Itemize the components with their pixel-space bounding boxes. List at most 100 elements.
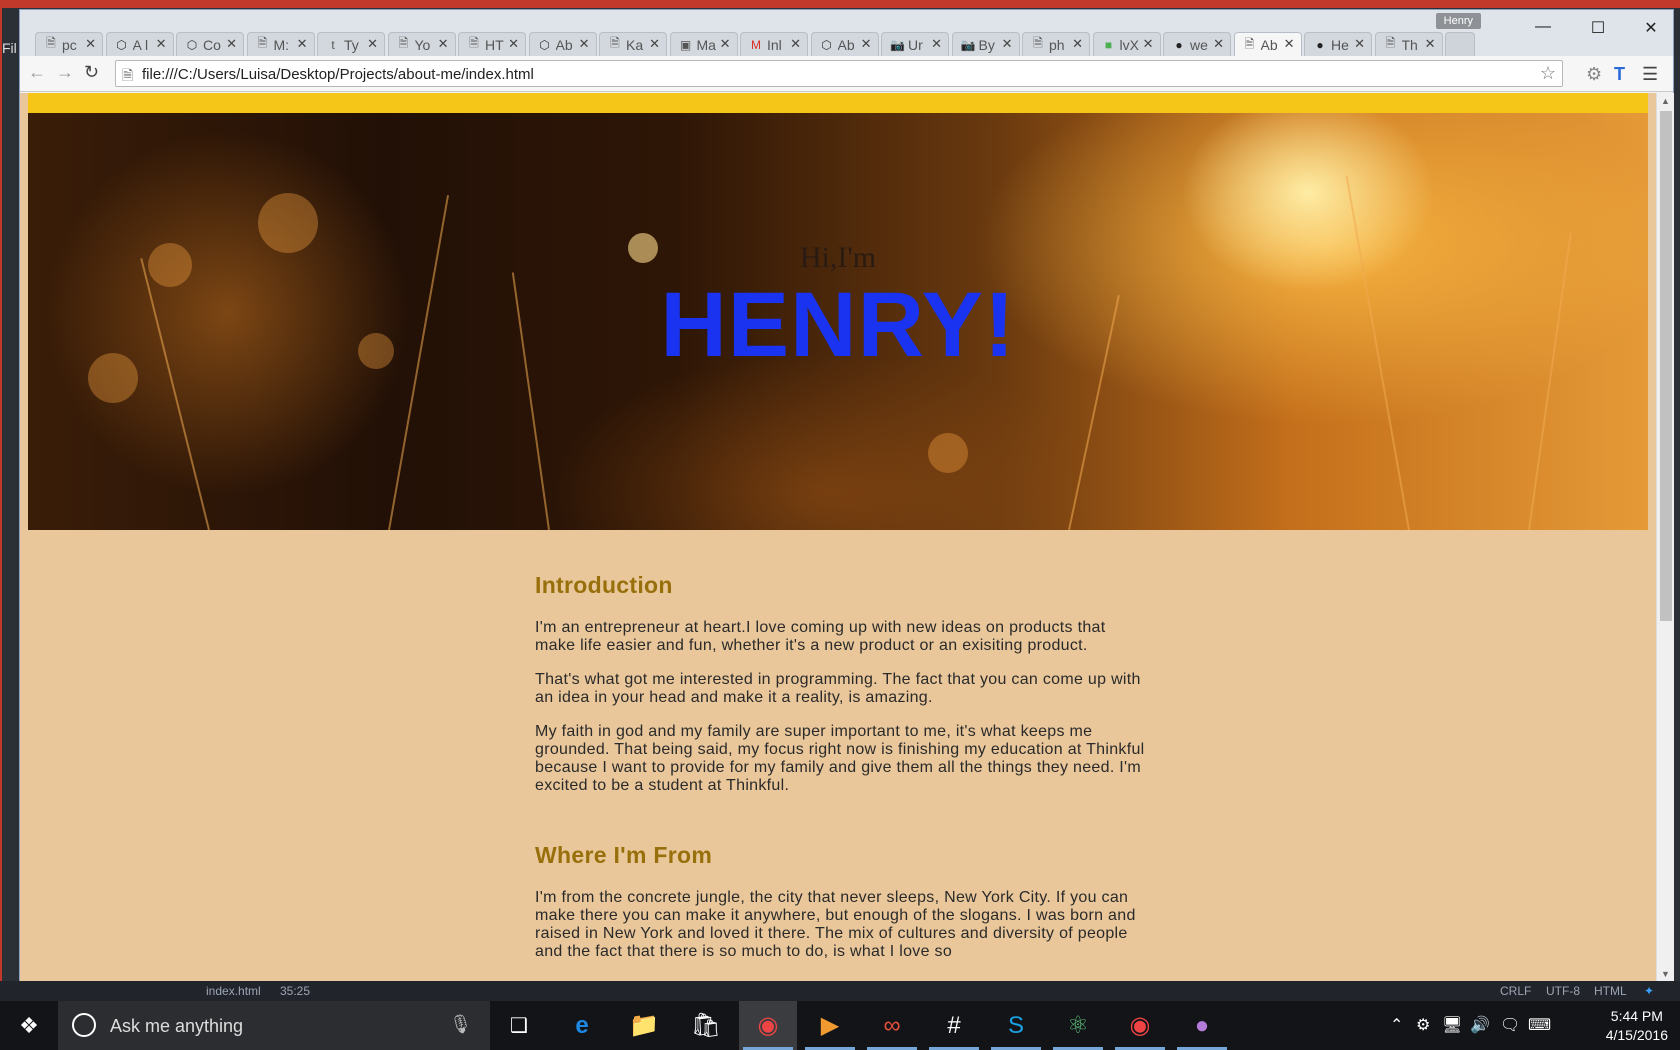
keyboard-icon[interactable]: ⌨ [1528, 1015, 1551, 1035]
scroll-up-icon[interactable]: ▲ [1661, 96, 1670, 106]
browser-tab[interactable]: ▣ Ma ✕ [669, 32, 738, 56]
browser-tab[interactable]: t Ty ✕ [317, 32, 385, 56]
tab-close-icon[interactable]: ✕ [226, 36, 237, 52]
bookmark-star-icon[interactable]: ☆ [1540, 63, 1556, 84]
file-explorer-icon[interactable]: 📁 [615, 1001, 673, 1050]
chrome-icon[interactable]: ◉ [739, 1001, 797, 1050]
status-grammar[interactable]: HTML [1594, 984, 1627, 998]
browser-tab[interactable]: 🗎 ph ✕ [1022, 32, 1090, 56]
back-arrow-icon[interactable]: ← [28, 62, 46, 83]
browser-tab[interactable]: 🗎 pc ✕ [35, 32, 103, 56]
browser-tab[interactable]: 🗎 Th ✕ [1374, 32, 1443, 56]
browser-tab[interactable]: 📷 Ur ✕ [881, 32, 949, 56]
tab-label: By [978, 36, 995, 53]
menu-hamburger-icon[interactable]: ☰ [1642, 64, 1658, 85]
editor-menu-fragment[interactable]: Fil [2, 40, 17, 56]
skype-icon[interactable]: S [987, 1001, 1045, 1050]
url-text[interactable]: file:///C:/Users/Luisa/Desktop/Projects/… [142, 66, 534, 83]
tab-label: ph [1049, 36, 1065, 53]
tab-close-icon[interactable]: ✕ [508, 36, 519, 52]
status-file-name[interactable]: index.html [206, 984, 261, 998]
top-accent-bar [28, 93, 1648, 113]
editor-top-edge [0, 0, 1680, 8]
status-line-ending[interactable]: CRLF [1500, 984, 1531, 998]
tab-label: Ab [1260, 37, 1278, 53]
browser-tab[interactable]: ⬡ Ab ✕ [810, 32, 879, 56]
store-icon[interactable]: 🛍 [677, 1001, 735, 1050]
tab-close-icon[interactable]: ✕ [1143, 36, 1154, 52]
cortana-search-box[interactable]: Ask me anything 🎙 [58, 1001, 490, 1050]
atom-icon[interactable]: ⚛ [1049, 1001, 1107, 1050]
browser-tab[interactable]: 🗎 Yo ✕ [387, 32, 456, 56]
github-desktop-icon[interactable]: ● [1173, 1001, 1231, 1050]
chrome-secondary-icon[interactable]: ◉ [1111, 1001, 1169, 1050]
tab-close-icon[interactable]: ✕ [1213, 36, 1224, 52]
forward-arrow-icon[interactable]: → [56, 62, 74, 83]
tab-close-icon[interactable]: ✕ [790, 36, 801, 52]
microphone-icon[interactable]: 🎙 [449, 1014, 472, 1035]
status-encoding[interactable]: UTF-8 [1546, 984, 1580, 998]
tab-close-icon[interactable]: ✕ [1002, 36, 1013, 52]
tab-close-icon[interactable]: ✕ [85, 36, 96, 52]
browser-tab[interactable]: 🗎 HT ✕ [458, 32, 526, 56]
extension-puzzle-icon[interactable]: ⚙ [1586, 64, 1602, 85]
show-hidden-icons-icon[interactable]: ⌃ [1390, 1015, 1403, 1035]
scroll-thumb[interactable] [1660, 111, 1672, 621]
tab-close-icon[interactable]: ✕ [720, 36, 731, 52]
browser-tab[interactable]: 🗎 Ka ✕ [599, 32, 667, 56]
network-icon[interactable]: 🖥 [1442, 1015, 1462, 1035]
browser-tab[interactable]: 🗎 M: ✕ [246, 32, 315, 56]
video-app-icon[interactable]: ▶ [801, 1001, 859, 1050]
vertical-scrollbar[interactable]: ▲ ▼ [1656, 93, 1674, 982]
volume-icon[interactable]: 🔊 [1470, 1015, 1490, 1035]
tab-close-icon[interactable]: ✕ [931, 36, 942, 52]
browser-tab[interactable]: 📷 By ✕ [951, 32, 1020, 56]
browser-tab[interactable]: M Inl ✕ [740, 32, 808, 56]
tab-close-icon[interactable]: ✕ [861, 36, 872, 52]
scroll-down-icon[interactable]: ▼ [1661, 969, 1670, 979]
tab-label: Ab [555, 36, 573, 53]
tab-close-icon[interactable]: ✕ [438, 36, 449, 52]
tab-favicon-icon: ⬡ [539, 37, 550, 52]
status-bird-icon[interactable]: ✦ [1644, 984, 1654, 998]
extension-t-icon[interactable]: T [1614, 64, 1625, 85]
tab-favicon-icon: 🗎 [257, 36, 268, 50]
tab-favicon-icon: 🗎 [610, 36, 620, 50]
close-icon[interactable]: ✕ [1631, 18, 1671, 38]
tab-close-icon[interactable]: ✕ [649, 36, 660, 52]
tab-close-icon[interactable]: ✕ [1354, 36, 1365, 52]
edge-browser-icon[interactable]: e [553, 1001, 611, 1050]
page-icon: 🗎 [122, 67, 134, 83]
tab-close-icon[interactable]: ✕ [367, 36, 378, 52]
tab-close-icon[interactable]: ✕ [297, 36, 308, 52]
slack-icon[interactable]: # [925, 1001, 983, 1050]
tab-close-icon[interactable]: ✕ [579, 36, 590, 52]
reload-icon[interactable]: ↻ [84, 62, 99, 83]
browser-tab[interactable]: ⬡ Co ✕ [176, 32, 244, 56]
browser-tab[interactable]: ■ lvX ✕ [1092, 32, 1161, 56]
tab-close-icon[interactable]: ✕ [1072, 36, 1083, 52]
browser-tab[interactable]: ⬡ A l ✕ [105, 32, 174, 56]
browser-tab[interactable]: ⬡ Ab ✕ [528, 32, 597, 56]
task-view-icon[interactable]: ❑ [490, 1001, 548, 1050]
address-bar[interactable]: 🗎 file:///C:/Users/Luisa/Desktop/Project… [115, 60, 1563, 87]
browser-tab[interactable]: ● we ✕ [1163, 32, 1231, 56]
tab-label: Ty [344, 36, 359, 53]
network-gear-icon[interactable]: ⚙ [1416, 1015, 1430, 1035]
tab-close-icon[interactable]: ✕ [1284, 36, 1295, 52]
infinity-app-icon[interactable]: ∞ [863, 1001, 921, 1050]
profile-badge[interactable]: Henry [1435, 13, 1481, 29]
browser-tab[interactable]: ● He ✕ [1304, 32, 1372, 56]
new-tab-button[interactable] [1445, 32, 1475, 56]
tab-close-icon[interactable]: ✕ [156, 36, 167, 52]
minimize-icon[interactable]: — [1523, 18, 1563, 38]
tab-close-icon[interactable]: ✕ [1425, 36, 1436, 52]
browser-tab[interactable]: 🗎 Ab ✕ [1233, 32, 1302, 57]
start-windows-icon[interactable]: ❖ [0, 1001, 58, 1050]
action-center-icon[interactable]: 🗨 [1500, 1015, 1520, 1035]
maximize-icon[interactable]: ☐ [1578, 18, 1618, 38]
taskbar-clock[interactable]: 5:44 PM 4/15/2016 [1606, 1007, 1668, 1045]
tab-favicon-icon: ● [1175, 37, 1183, 52]
status-cursor-position[interactable]: 35:25 [280, 984, 310, 998]
tab-strip: 🗎 pc ✕ ⬡ A l ✕ ⬡ Co ✕ 🗎 M: ✕ t Ty ✕ 🗎 Yo ✕ 🗎 HT ✕ ⬡ Ab ✕ 🗎 Ka ✕ ▣ Ma… [20, 10, 1673, 57]
